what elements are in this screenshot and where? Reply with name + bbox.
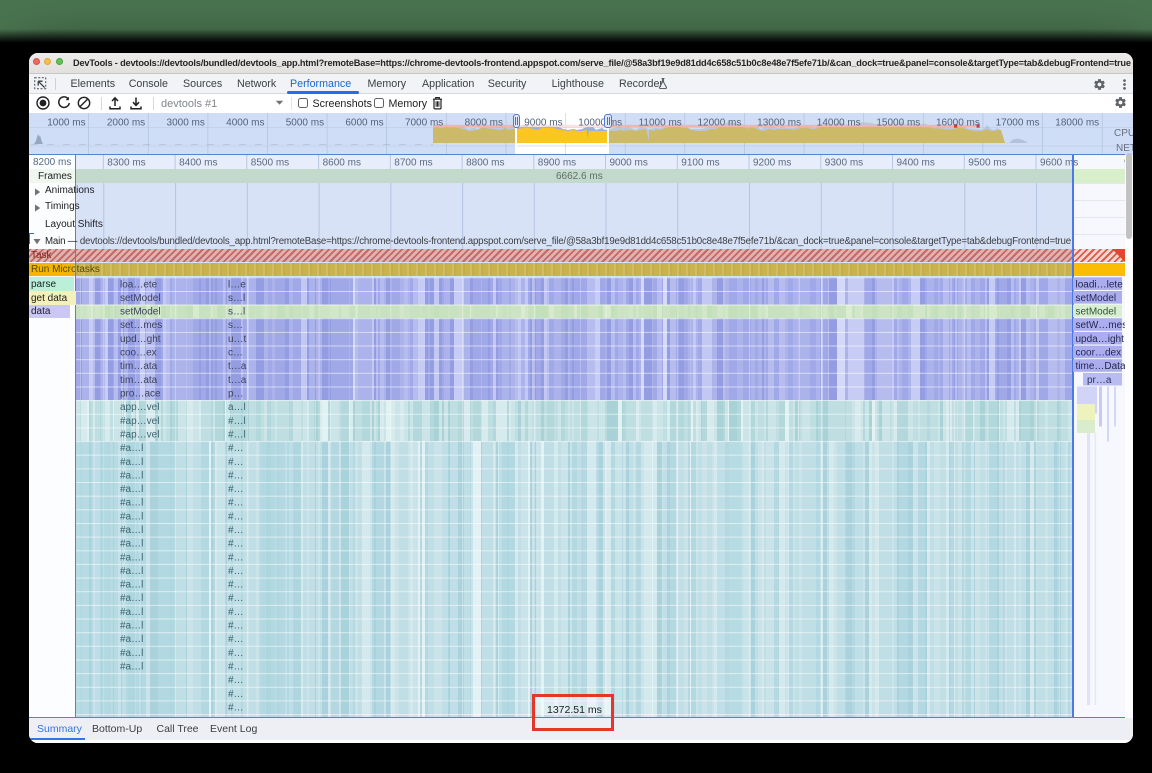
svg-text:setModel: setModel <box>1076 307 1117 318</box>
svg-text:time…Data: time…Data <box>1076 361 1126 372</box>
svg-text:pr…a: pr…a <box>1087 375 1112 386</box>
svg-text:setModel: setModel <box>1076 293 1117 304</box>
svg-text:upda…ight: upda…ight <box>1076 334 1125 345</box>
svg-text:loadi…lete: loadi…lete <box>1076 279 1124 290</box>
svg-text:setW…mes: setW…mes <box>1076 320 1128 331</box>
svg-text:coor…dex: coor…dex <box>1076 348 1122 359</box>
